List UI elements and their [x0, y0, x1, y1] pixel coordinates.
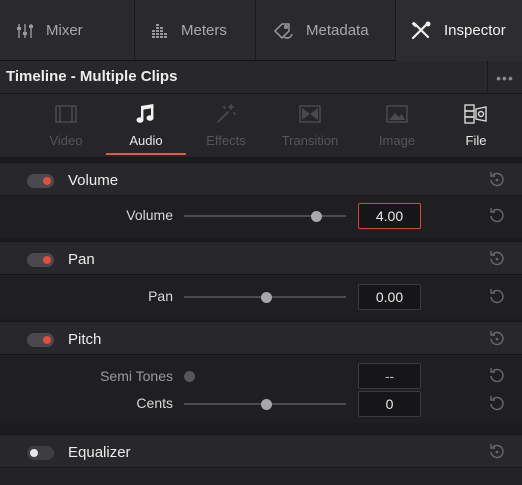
cents-slider[interactable] [184, 396, 346, 412]
music-note-icon [135, 102, 157, 126]
tab-effects-label: Effects [206, 133, 246, 148]
tab-inspector-label: Inspector [444, 22, 506, 39]
reset-pan-icon[interactable] [487, 287, 507, 307]
file-icon [462, 102, 490, 126]
page-title: Timeline - Multiple Clips [6, 68, 178, 85]
tab-audio-label: Audio [129, 133, 163, 148]
mixer-icon [16, 22, 34, 40]
tab-transition[interactable]: Transition [270, 94, 350, 158]
tab-audio[interactable]: Audio [106, 94, 186, 158]
transition-icon [298, 102, 322, 126]
image-icon [385, 102, 409, 126]
meters-icon [151, 22, 169, 40]
pan-enable-toggle[interactable] [27, 253, 54, 267]
more-options-button[interactable]: ••• [487, 61, 522, 94]
tab-meters[interactable]: Meters [135, 0, 256, 61]
pan-section-title: Pan [68, 251, 95, 268]
tab-metadata-label: Metadata [306, 22, 369, 39]
reset-semi-tones-icon[interactable] [487, 366, 507, 386]
effects-wand-icon [214, 102, 238, 126]
tab-file-label: File [465, 133, 487, 148]
reset-volume-icon[interactable] [487, 206, 507, 226]
volume-section-title: Volume [68, 172, 119, 189]
equalizer-section-body [0, 468, 522, 485]
cents-slider-thumb[interactable] [261, 399, 272, 410]
volume-slider-thumb[interactable] [311, 211, 322, 222]
equalizer-section-header: Equalizer [0, 434, 522, 468]
equalizer-section-title: Equalizer [68, 444, 131, 461]
selected-tab-indicator [106, 153, 186, 155]
pan-slider[interactable] [184, 289, 346, 305]
semi-tones-slider-thumb [184, 371, 195, 382]
reset-section-icon[interactable] [487, 329, 507, 349]
reset-section-icon[interactable] [487, 249, 507, 269]
volume-enable-toggle[interactable] [27, 174, 54, 188]
tab-video[interactable]: Video [38, 94, 94, 158]
metadata-icon [272, 22, 294, 40]
pitch-section-body: Semi Tones -- Cents 0 [0, 355, 522, 423]
pan-param-label: Pan [148, 288, 173, 304]
more-options-icon: ••• [496, 69, 514, 86]
pitch-section-header: Pitch [0, 321, 522, 355]
reset-section-icon[interactable] [487, 442, 507, 462]
pitch-section-title: Pitch [68, 331, 102, 348]
tab-mixer[interactable]: Mixer [0, 0, 135, 61]
cents-value-field[interactable]: 0 [358, 391, 421, 417]
volume-section-header: Volume [0, 162, 522, 196]
semi-tones-value-field: -- [358, 363, 421, 389]
volume-value-field[interactable]: 4.00 [358, 203, 421, 229]
reset-cents-icon[interactable] [487, 394, 507, 414]
volume-param-label: Volume [126, 207, 173, 223]
inspector-header: Timeline - Multiple Clips ••• [0, 61, 522, 94]
category-tabs: Video Audio Effects Transition Image Fil… [0, 94, 522, 158]
tab-meters-label: Meters [181, 22, 227, 39]
volume-section-body: Volume 4.00 [0, 196, 522, 238]
tab-image-label: Image [378, 133, 416, 148]
tab-transition-label: Transition [281, 133, 339, 148]
tab-image[interactable]: Image [362, 94, 432, 158]
tab-mixer-label: Mixer [46, 22, 83, 39]
audio-inspector-panel: Volume Volume 4.00 Pan Pan 0.00 Pitch Se… [0, 158, 522, 485]
tab-effects[interactable]: Effects [198, 94, 254, 158]
pan-value-field[interactable]: 0.00 [358, 284, 421, 310]
cents-param-label: Cents [136, 395, 173, 411]
pitch-enable-toggle[interactable] [27, 333, 54, 347]
tab-metadata[interactable]: Metadata [256, 0, 396, 61]
top-tab-bar: Mixer Meters Metadata Inspector [0, 0, 522, 61]
inspector-icon [410, 21, 432, 41]
reset-section-icon[interactable] [487, 170, 507, 190]
tab-file[interactable]: File [448, 94, 504, 158]
pan-section-body: Pan 0.00 [0, 275, 522, 317]
equalizer-enable-toggle[interactable] [27, 446, 54, 460]
pan-section-header: Pan [0, 241, 522, 275]
volume-slider[interactable] [184, 208, 346, 224]
video-icon [54, 102, 78, 126]
tab-inspector[interactable]: Inspector [396, 0, 522, 61]
semi-tones-param-label: Semi Tones [100, 368, 173, 384]
tab-video-label: Video [49, 133, 83, 148]
pan-slider-thumb[interactable] [261, 292, 272, 303]
